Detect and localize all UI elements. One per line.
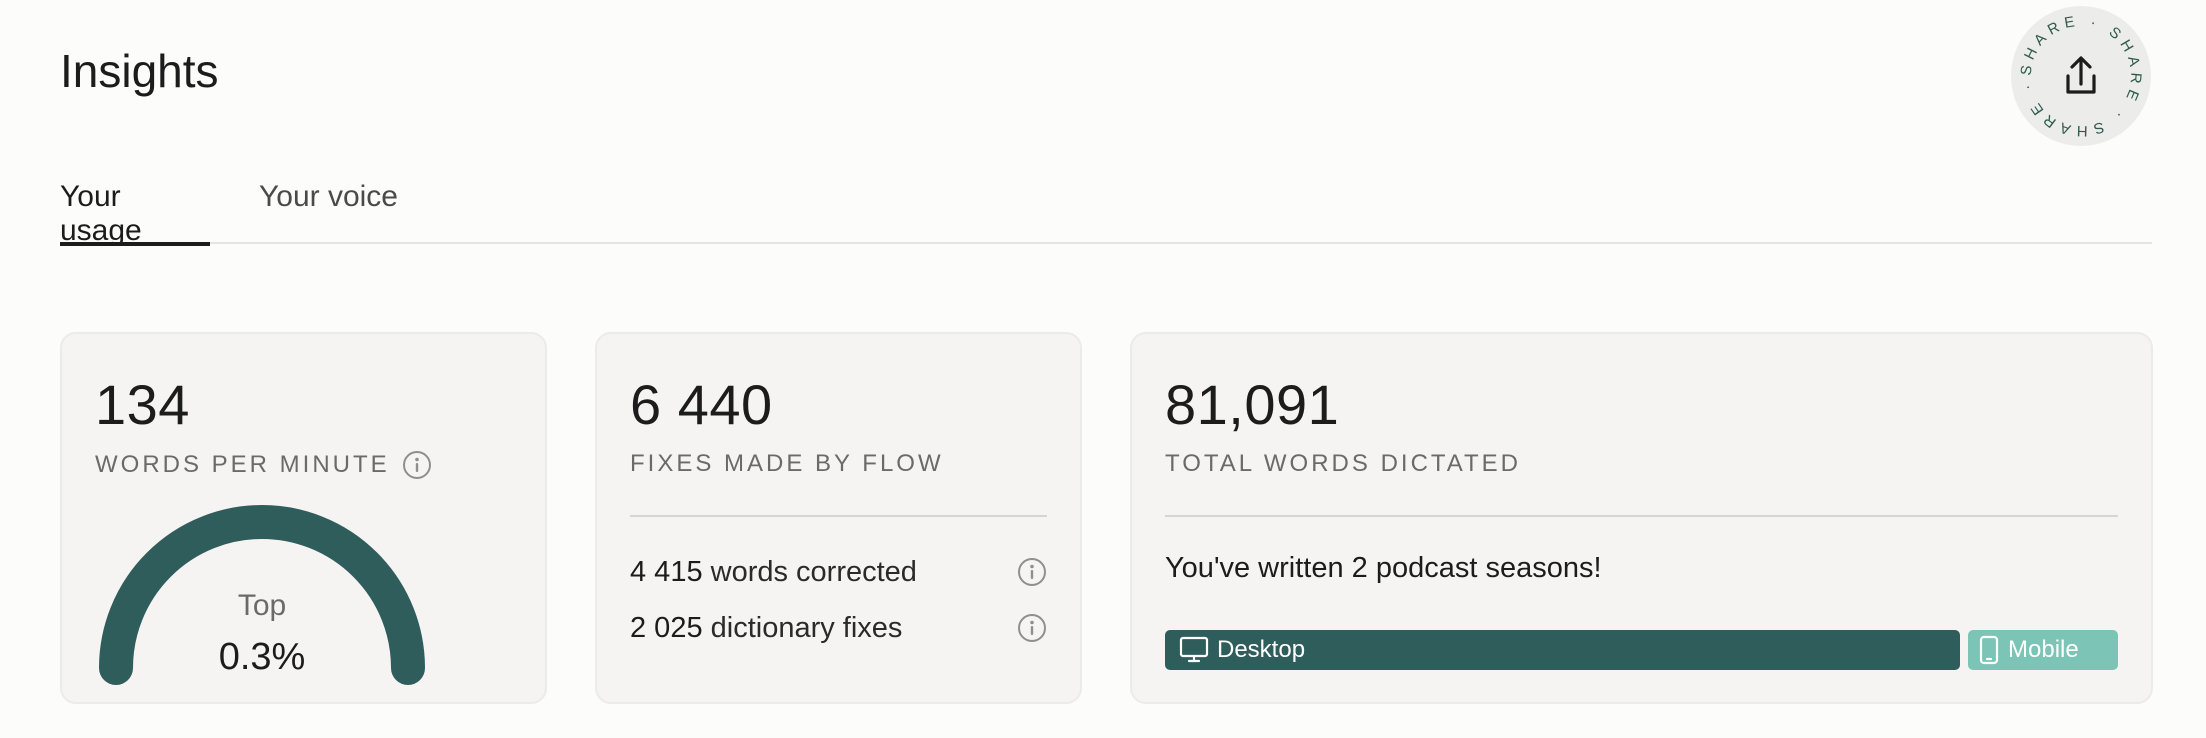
insights-page: Insights SHARE · SHARE · SHARE · Your us… — [0, 0, 2206, 738]
info-icon[interactable] — [1017, 613, 1047, 643]
dictated-value: 81,091 — [1165, 373, 1340, 436]
info-icon[interactable] — [402, 450, 432, 480]
dictionary-fixes-label: dictionary fixes — [702, 611, 903, 644]
dictated-card: 81,091 TOTAL WORDS DICTATED You've writt… — [1130, 332, 2153, 704]
mobile-label: Mobile — [2008, 636, 2079, 663]
fix-row-text: 4 415 words corrected — [630, 556, 917, 589]
fixes-label: FIXES MADE BY FLOW — [630, 450, 944, 477]
mobile-segment[interactable]: Mobile — [1968, 630, 2118, 670]
fix-row-dictionary-fixes: 2 025 dictionary fixes — [630, 608, 1047, 648]
wpm-label: WORDS PER MINUTE — [95, 451, 390, 478]
fixes-value: 6 440 — [630, 373, 773, 436]
fix-row-words-corrected: 4 415 words corrected — [630, 552, 1047, 592]
dictated-message: You've written 2 podcast seasons! — [1165, 552, 1602, 584]
page-title: Insights — [60, 45, 219, 97]
fixes-card: 6 440 FIXES MADE BY FLOW 4 415 words cor… — [595, 332, 1082, 704]
gauge-caption-top: Top — [237, 589, 287, 622]
tab-your-voice[interactable]: Your voice — [259, 178, 409, 244]
desktop-label: Desktop — [1217, 636, 1306, 663]
share-button[interactable]: SHARE · SHARE · SHARE · — [2011, 6, 2151, 146]
words-corrected-label: words corrected — [702, 555, 917, 588]
divider — [630, 515, 1047, 517]
dictionary-fixes-count: 2 025 — [630, 611, 703, 644]
gauge-caption-value: 0.3% — [218, 636, 306, 678]
wpm-card: 134 WORDS PER MINUTE Top 0.3% — [60, 332, 547, 704]
wpm-label-row: WORDS PER MINUTE — [95, 450, 432, 480]
mobile-icon — [1979, 635, 1999, 665]
info-icon[interactable] — [1017, 557, 1047, 587]
insights-tabs: Your usage Your voice — [60, 178, 2152, 247]
desktop-icon — [1179, 636, 1209, 663]
desktop-segment[interactable]: Desktop — [1165, 630, 1960, 670]
divider — [1165, 515, 2118, 517]
tab-your-usage[interactable]: Your usage — [60, 178, 210, 247]
upload-share-icon — [2066, 56, 2096, 94]
wpm-value: 134 — [95, 373, 190, 436]
share-badge-graphic: SHARE · SHARE · SHARE · — [2018, 13, 2140, 140]
device-split-bar: Desktop Mobile — [1165, 630, 2118, 670]
wpm-gauge: Top 0.3% — [92, 494, 432, 704]
fix-row-text: 2 025 dictionary fixes — [630, 612, 902, 645]
dictated-label: TOTAL WORDS DICTATED — [1165, 450, 1522, 477]
words-corrected-count: 4 415 — [630, 555, 703, 588]
